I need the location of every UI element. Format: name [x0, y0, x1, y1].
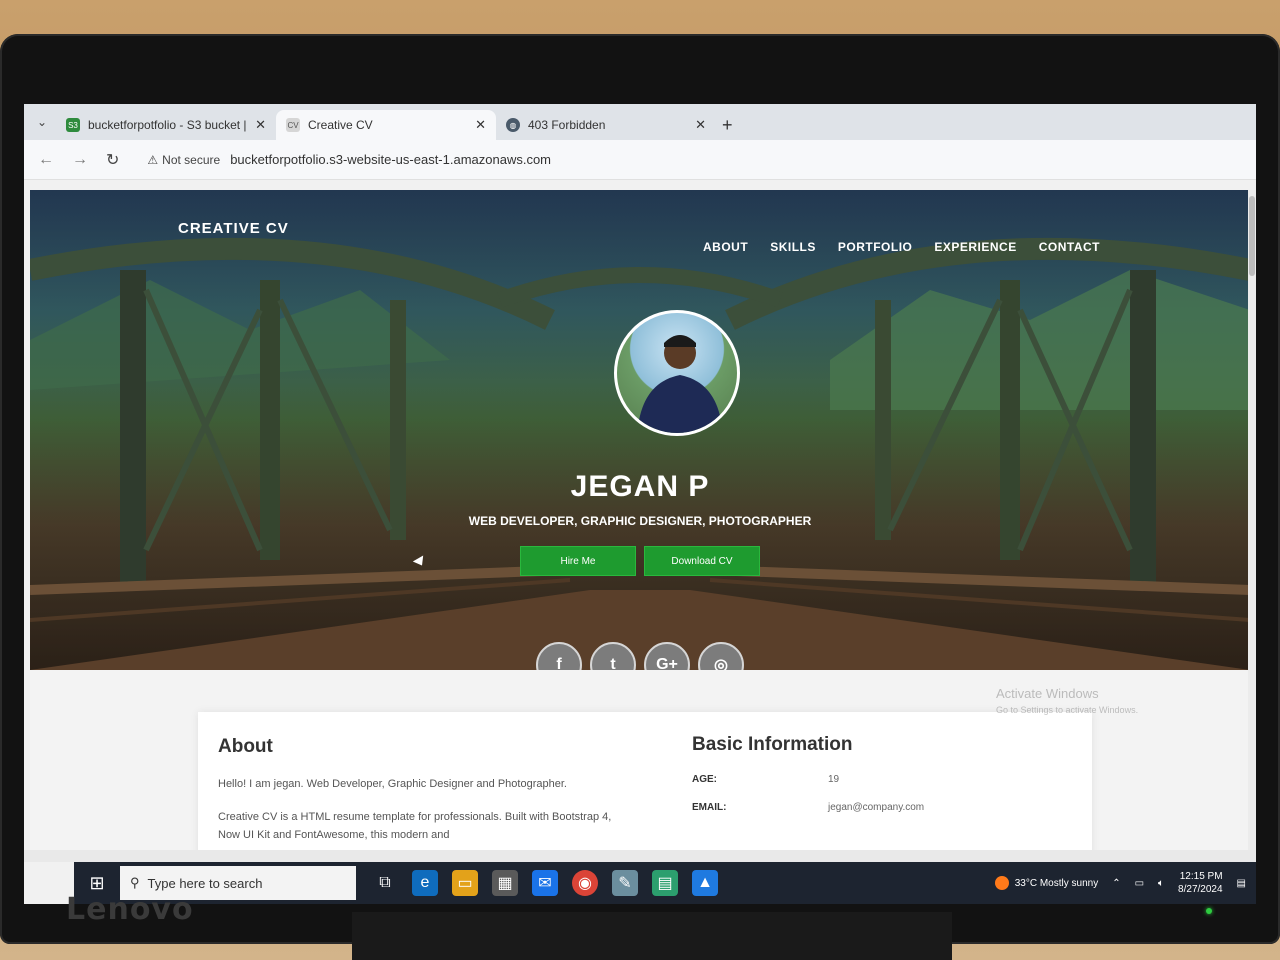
- weather-widget[interactable]: 33°C Mostly sunny: [994, 876, 1099, 890]
- info-value: 19: [828, 774, 840, 785]
- tab-search-chevron-icon[interactable]: ⌄: [28, 104, 56, 140]
- system-tray: 33°C Mostly sunny ⌃ ▭ 🔈︎ 12:15 PM 8/27/2…: [994, 862, 1246, 904]
- photos-icon[interactable]: ▲: [692, 870, 718, 896]
- tab-s3-bucket[interactable]: S3 bucketforpotfolio - S3 bucket | ✕: [56, 110, 276, 140]
- download-cv-button[interactable]: Download CV: [644, 546, 760, 576]
- info-key: AGE:: [692, 774, 717, 785]
- monitor-brand-logo: Lenovo: [66, 892, 194, 927]
- monitor-bezel: ⌄ S3 bucketforpotfolio - S3 bucket | ✕ C…: [0, 34, 1280, 944]
- clock-date: 8/27/2024: [1178, 884, 1223, 895]
- cv-favicon-icon: CV: [286, 118, 300, 132]
- nav-link-contact[interactable]: CONTACT: [1039, 240, 1100, 254]
- hero-name: JEGAN P: [570, 470, 710, 503]
- mail-icon[interactable]: ✉: [532, 870, 558, 896]
- clock-time: 12:15 PM: [1179, 871, 1223, 882]
- tab-creative-cv[interactable]: CV Creative CV ✕: [276, 110, 496, 140]
- browser-toolbar: ← → ↻ ⚠ Not secure bucketforpotfolio.s3-…: [24, 140, 1256, 180]
- explorer-status-strip: [24, 850, 1256, 862]
- hero-button-group: Hire Me Download CV: [30, 546, 1250, 576]
- sun-icon: [994, 876, 1009, 890]
- store-icon[interactable]: ▦: [492, 870, 518, 896]
- info-row-age: AGE: 19: [692, 774, 839, 785]
- edge-icon[interactable]: e: [412, 870, 438, 896]
- site-navigation: ABOUT SKILLS PORTFOLIO EXPERIENCE CONTAC…: [703, 240, 1100, 254]
- task-view-icon[interactable]: ⧉: [372, 870, 398, 896]
- taskbar-apps: ⧉ e ▭ ▦ ✉ ◉ ✎ ▤ ▲: [372, 870, 718, 896]
- activate-windows-watermark: Activate Windows Go to Settings to activ…: [996, 686, 1138, 715]
- basic-info-heading: Basic Information: [692, 734, 853, 755]
- volume-icon[interactable]: 🔈︎: [1158, 878, 1164, 889]
- about-heading: About: [218, 736, 273, 757]
- close-icon[interactable]: ✕: [255, 117, 266, 133]
- nav-link-about[interactable]: ABOUT: [703, 240, 748, 254]
- windows-taskbar: ⊞ ⚲ Type here to search ⧉ e ▭ ▦ ✉ ◉ ✎ ▤ …: [74, 862, 1256, 904]
- weather-text: 33°C Mostly sunny: [1014, 877, 1099, 889]
- browser-tab-bar: ⌄ S3 bucketforpotfolio - S3 bucket | ✕ C…: [24, 104, 1256, 140]
- site-brand-logo[interactable]: CREATIVE CV: [178, 220, 289, 237]
- security-indicator[interactable]: ⚠ Not secure: [147, 153, 220, 167]
- about-card: About Hello! I am jegan. Web Developer, …: [198, 712, 1092, 850]
- bridge-background-image: [30, 237, 1250, 670]
- new-tab-button[interactable]: +: [722, 110, 733, 140]
- profile-photo: [614, 310, 740, 436]
- tab-title: bucketforpotfolio - S3 bucket |: [88, 118, 247, 132]
- person-silhouette-icon: [637, 335, 723, 433]
- security-label: Not secure: [162, 152, 221, 167]
- nav-link-skills[interactable]: SKILLS: [770, 240, 816, 254]
- tab-403-forbidden[interactable]: ◍ 403 Forbidden ✕: [496, 110, 716, 140]
- info-row-email: EMAIL: jegan@company.com: [692, 802, 924, 813]
- tray-chevron-icon[interactable]: ⌃: [1112, 878, 1120, 889]
- search-icon: ⚲: [130, 875, 140, 890]
- hero-section: CREATIVE CV ABOUT SKILLS PORTFOLIO EXPER…: [30, 190, 1250, 670]
- hire-me-button[interactable]: Hire Me: [520, 546, 636, 576]
- nav-link-experience[interactable]: EXPERIENCE: [934, 240, 1016, 254]
- notifications-icon[interactable]: ▤: [1237, 878, 1246, 889]
- network-icon[interactable]: ▭: [1135, 878, 1144, 889]
- paint-icon[interactable]: ✎: [612, 870, 638, 896]
- close-icon[interactable]: ✕: [475, 117, 486, 133]
- screen: ⌄ S3 bucketforpotfolio - S3 bucket | ✕ C…: [24, 104, 1256, 904]
- tab-title: Creative CV: [308, 118, 373, 132]
- hero-tagline: WEB DEVELOPER, GRAPHIC DESIGNER, PHOTOGR…: [468, 514, 812, 528]
- file-explorer-icon[interactable]: ▭: [452, 870, 478, 896]
- clock[interactable]: 12:15 PM 8/27/2024: [1178, 870, 1223, 896]
- s3-bucket-icon: S3: [66, 118, 80, 132]
- power-led: [1206, 908, 1212, 914]
- forward-arrow-icon[interactable]: →: [72, 151, 88, 169]
- warning-triangle-icon: ⚠: [147, 152, 159, 167]
- address-bar[interactable]: ⚠ Not secure bucketforpotfolio.s3-websit…: [137, 146, 997, 174]
- web-page: CREATIVE CV ABOUT SKILLS PORTFOLIO EXPER…: [30, 190, 1250, 850]
- globe-icon: ◍: [506, 118, 520, 132]
- back-arrow-icon[interactable]: ←: [38, 151, 54, 169]
- close-icon[interactable]: ✕: [695, 117, 706, 133]
- url-text[interactable]: bucketforpotfolio.s3-website-us-east-1.a…: [230, 152, 551, 167]
- info-key: EMAIL:: [692, 802, 727, 813]
- nav-link-portfolio[interactable]: PORTFOLIO: [838, 240, 913, 254]
- notepad-icon[interactable]: ▤: [652, 870, 678, 896]
- scrollbar-thumb[interactable]: [1249, 196, 1255, 276]
- reload-icon[interactable]: ↻: [106, 150, 119, 170]
- about-paragraph: Hello! I am jegan. Web Developer, Graphi…: [218, 778, 567, 790]
- search-placeholder: Type here to search: [147, 875, 263, 891]
- monitor-stand: [352, 912, 952, 960]
- about-paragraph: Creative CV is a HTML resume template fo…: [218, 811, 612, 841]
- watermark-subtitle: Go to Settings to activate Windows.: [996, 705, 1139, 715]
- info-value: jegan@company.com: [828, 802, 925, 813]
- page-scrollbar[interactable]: [1248, 190, 1256, 850]
- watermark-title: Activate Windows: [996, 686, 1099, 701]
- chrome-icon[interactable]: ◉: [572, 870, 598, 896]
- tab-title: 403 Forbidden: [528, 118, 606, 132]
